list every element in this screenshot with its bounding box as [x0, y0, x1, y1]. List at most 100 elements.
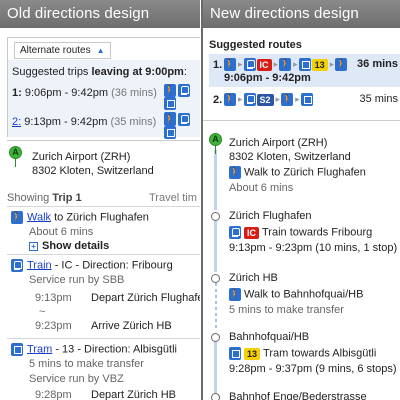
timeline-tram-segment — [214, 341, 217, 400]
depart-time: 9:13pm — [35, 292, 72, 304]
train-link[interactable]: Train — [27, 259, 52, 271]
step-train-header: Train - IC - Direction: Fribourg — [11, 259, 173, 272]
timeline-train-segment — [214, 220, 217, 272]
depart-time: 9:28pm — [35, 389, 72, 400]
stop-zurich-flughafen: Zürich Flughafen — [229, 210, 312, 222]
trip-option-1[interactable]: 1: 9:06pm - 9:42pm (36 mins) — [12, 87, 157, 99]
trip-times: 9:13pm - 9:42pm — [21, 116, 111, 128]
origin-address: 8302 Kloten, Switzerland — [229, 151, 351, 163]
depart-station: Depart Zürich Flughafen — [91, 292, 200, 304]
trip-duration: (36 mins) — [111, 87, 157, 99]
trip-option-2[interactable]: 2: 9:13pm - 9:42pm (35 mins) — [12, 116, 156, 128]
timeline-walk-segment — [214, 150, 217, 210]
walk-icon: 🚶 — [224, 58, 236, 71]
step-walk-header: 🚶 Walk to Zürich Flughafen — [11, 211, 149, 224]
walk-step-1: 🚶 Walk to Zürich Flughafen — [229, 166, 366, 179]
walk-icon: 🚶 — [224, 93, 236, 106]
trip-duration: (35 mins) — [110, 116, 157, 128]
old-design-pane: Old directions design Alternate routes ▲ … — [0, 0, 200, 400]
showing-trip: Trip 1 — [52, 192, 82, 204]
walk-destination: to Zürich Flughafen — [51, 211, 149, 224]
stop-dot — [211, 274, 220, 283]
route-duration: 35 mins — [359, 93, 398, 105]
travel-time-label: Travel tim — [149, 192, 197, 204]
tram-transfer-time: 5 mins to make transfer — [29, 358, 144, 370]
show-details-label: Show details — [42, 240, 110, 252]
origin-name: Zurich Airport (ZRH) — [32, 151, 131, 163]
train-icon — [11, 259, 23, 272]
tram-step: 13 Tram towards Albisgütli — [229, 347, 376, 360]
gap-marker: ~ — [39, 306, 46, 318]
origin-address: 8302 Kloten, Switzerland — [32, 165, 154, 177]
walk-icon: 🚶 — [229, 166, 241, 179]
route-times: 9:06pm - 9:42pm — [224, 72, 311, 84]
walk-icon: 🚶 — [229, 288, 241, 301]
alternate-routes-box: Alternate routes ▲ Suggested trips leavin… — [7, 37, 200, 139]
train-icon — [178, 84, 190, 97]
route-duration: 36 mins — [357, 58, 398, 70]
route-option-1[interactable]: 1. 🚶 ▸ IC ▸🚶 ▸ 13 ▸🚶 36 mins 9:06pm - 9:42pm — [209, 54, 400, 87]
tram-times: 9:28pm - 9:37pm (9 mins, 6 stops) — [229, 363, 397, 375]
step-tram: Tram - 13 - Direction: Albisgütli 5 mins… — [7, 338, 200, 400]
new-design-pane: New directions design Suggested routes 1… — [201, 0, 400, 400]
leaving-at-time: leaving at 9:00pm — [91, 66, 184, 78]
show-details-toggle[interactable]: + Show details — [29, 240, 109, 252]
tram-icon — [164, 97, 176, 110]
arrow-icon: ▸ — [238, 94, 243, 104]
tram-13-badge: 13 — [311, 58, 328, 71]
suggested-prefix: Suggested trips — [12, 66, 92, 78]
stop-bahnhofquai: Bahnhofquai/HB — [229, 331, 310, 343]
walk-icon: 🚶 — [281, 93, 294, 106]
train-icon — [229, 226, 241, 239]
train-operator: Service run by SBB — [29, 274, 125, 286]
route-number: 2. — [213, 94, 223, 106]
route-option-2[interactable]: 2. 🚶 ▸ S2 ▸🚶 ▸ 35 mins — [209, 89, 400, 117]
arrow-icon: ▸ — [273, 59, 279, 69]
tram-13-badge: 13 — [244, 347, 261, 360]
trip-2-modes: 🚶 — [164, 113, 200, 139]
step-walk: 🚶 Walk to Zürich Flughafen About 6 mins +… — [7, 206, 200, 254]
trip-2-link[interactable]: 2: — [12, 116, 21, 128]
walk-2-duration: 5 mins to make transfer — [229, 304, 344, 316]
tram-link[interactable]: Tram — [27, 343, 52, 355]
caret-up-icon: ▲ — [96, 46, 105, 55]
route-2-modes: 🚶 ▸ S2 ▸🚶 ▸ — [224, 93, 314, 106]
showing-prefix: Showing — [7, 192, 53, 204]
suggested-suffix: : — [183, 66, 187, 78]
walk-link[interactable]: Walk — [27, 211, 51, 223]
train-icon — [243, 58, 256, 71]
stop-dot — [211, 212, 220, 221]
arrow-icon: ▸ — [295, 94, 300, 104]
map-pin-icon[interactable]: A — [9, 146, 22, 167]
walk-icon: 🚶 — [335, 58, 348, 71]
alternate-routes-label: Alternate routes — [20, 45, 91, 56]
walk-step-2: 🚶 Walk to Bahnhofquai/HB — [229, 288, 363, 301]
step-tram-header: Tram - 13 - Direction: Albisgütli — [11, 343, 177, 356]
map-pin-icon[interactable]: A — [209, 133, 222, 154]
route-times-value: 9:06pm - 9:42pm — [224, 72, 311, 84]
suggested-routes-title: Suggested routes — [209, 39, 302, 51]
arrow-icon: ▸ — [329, 59, 335, 69]
tram-icon — [229, 347, 241, 360]
walk-duration: About 6 mins — [29, 226, 94, 238]
tram-icon — [298, 58, 311, 71]
arrow-icon: ▸ — [275, 94, 281, 104]
walk-2-text: Walk to Bahnhofquai/HB — [244, 288, 364, 301]
train-icon — [178, 113, 190, 126]
alternate-routes-tab[interactable]: Alternate routes ▲ — [14, 42, 111, 59]
trip-number: 1: — [12, 87, 22, 99]
walk-icon: 🚶 — [279, 58, 292, 71]
route-1-modes: 🚶 ▸ IC ▸🚶 ▸ 13 ▸🚶 — [224, 58, 348, 71]
divider — [7, 140, 200, 141]
timeline-transfer-segment — [215, 283, 217, 331]
walk-icon: 🚶 — [11, 211, 23, 224]
stop-dot — [211, 333, 220, 342]
tram-icon — [164, 126, 176, 139]
train-times: 9:13pm - 9:23pm (10 mins, 1 stop) — [229, 242, 398, 254]
ic-badge: IC — [244, 226, 259, 239]
stop-zurich-hb: Zürich HB — [229, 272, 278, 284]
plus-icon: + — [29, 241, 38, 251]
walk-1-duration: About 6 mins — [229, 182, 294, 194]
walk-icon: 🚶 — [164, 113, 176, 126]
depart-station: Depart Zürich HB — [91, 389, 176, 400]
